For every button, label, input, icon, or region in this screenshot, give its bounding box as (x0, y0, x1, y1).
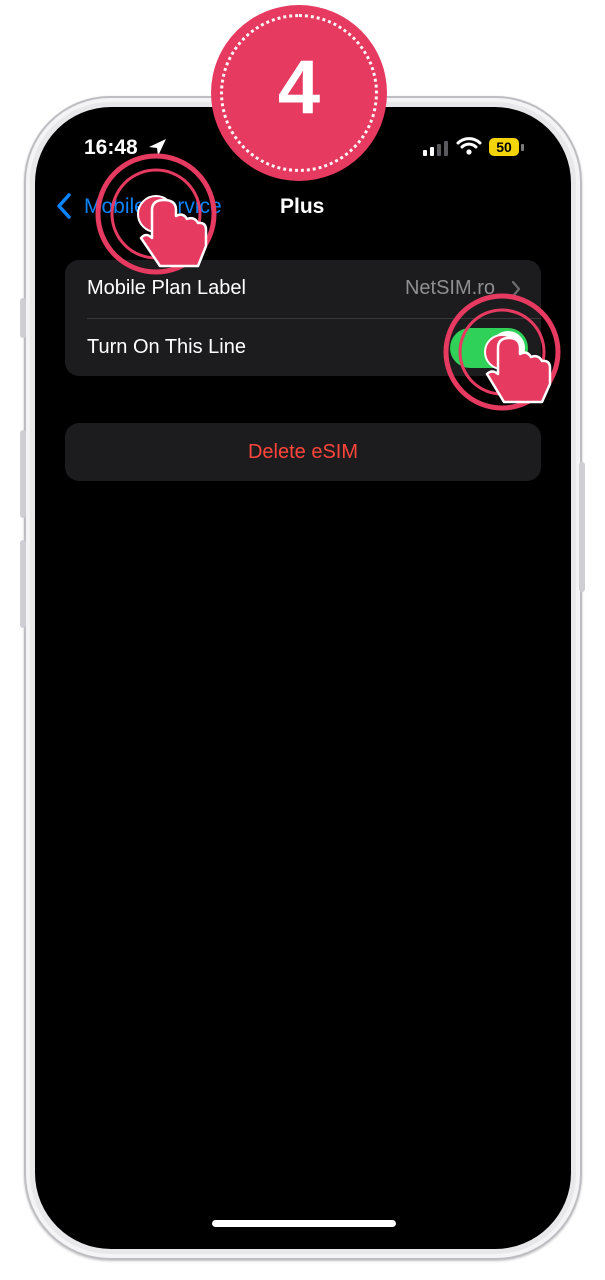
battery-icon: 50 (489, 138, 527, 158)
action-button (20, 298, 26, 338)
power-button (579, 462, 585, 592)
wifi-icon (456, 137, 482, 155)
home-indicator (212, 1220, 396, 1227)
volume-down-button (20, 540, 26, 628)
turn-on-this-line-label: Turn On This Line (87, 336, 246, 358)
step-badge: 4 (214, 8, 384, 178)
delete-esim-label: Delete eSIM (247, 440, 359, 463)
back-chevron-icon[interactable] (56, 193, 72, 219)
battery-cap (521, 144, 524, 151)
page-title: Plus (280, 195, 325, 218)
step-number: 4 (277, 44, 321, 130)
battery-level: 50 (489, 138, 519, 156)
volume-up-button (20, 430, 26, 518)
tap-hand-icon (95, 153, 217, 275)
delete-esim-button[interactable]: Delete eSIM (65, 423, 541, 481)
tap-hand-icon (443, 293, 561, 411)
cellular-signal-icon (423, 141, 448, 156)
